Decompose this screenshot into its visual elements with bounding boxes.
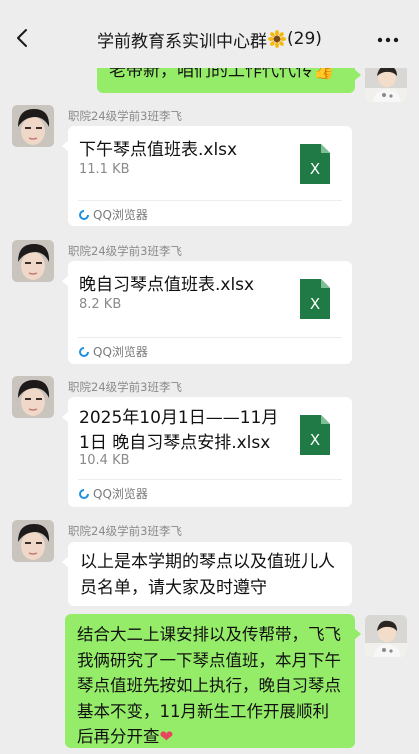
excel-file-icon: X	[300, 279, 330, 319]
file-size: 11.1 KB	[79, 162, 130, 177]
chat-area: 老带新，咱们的工作代代传👍 职院24级学前3班李飞 下午琴点值班表.xlsx 1…	[0, 0, 419, 754]
file-name: 2025年10月1日——11月1日 晚自习琴点安排.xlsx	[79, 408, 279, 453]
excel-file-icon: X	[300, 144, 330, 184]
source-label: QQ浏览器	[93, 345, 148, 359]
qq-browser-icon	[79, 488, 89, 499]
more-dots-icon[interactable]	[377, 37, 399, 43]
svg-text:X: X	[310, 431, 320, 449]
message-bubble-self[interactable]: 结合大二上课安排以及传帮带，飞飞我俩研究了一下琴点值班，本月下午琴点值班先按如上…	[65, 614, 361, 748]
group-name: 学前教育系实训中心群	[97, 31, 268, 52]
heart-emoji: ❤	[159, 727, 174, 747]
qq-browser-icon	[79, 346, 89, 357]
sunflower-emoji	[268, 30, 287, 48]
excel-file-icon: X	[300, 415, 330, 455]
svg-text:X: X	[310, 295, 320, 313]
avatar-sender[interactable]	[12, 105, 54, 147]
chevron-left-icon[interactable]	[14, 26, 32, 50]
file-message-card[interactable]: 下午琴点值班表.xlsx 11.1 KB X QQ浏览器	[62, 126, 352, 226]
svg-text:X: X	[310, 160, 320, 178]
qq-browser-icon	[79, 209, 89, 220]
page-title: 学前教育系实训中心群 (29)	[97, 27, 322, 52]
file-name: 晚自习琴点值班表.xlsx	[79, 275, 255, 295]
file-source: QQ浏览器	[79, 206, 148, 223]
file-name: 下午琴点值班表.xlsx	[79, 140, 238, 160]
file-source: QQ浏览器	[79, 343, 148, 360]
file-size: 10.4 KB	[79, 453, 130, 468]
avatar-sender[interactable]	[12, 520, 54, 562]
file-source: QQ浏览器	[79, 485, 148, 502]
file-message-card[interactable]: 2025年10月1日——11月1日 晚自习琴点安排.xlsx 10.4 KB X…	[62, 397, 352, 507]
avatar-sender[interactable]	[12, 240, 54, 282]
chat-header: 学前教育系实训中心群 (29)	[0, 0, 419, 68]
avatar-sender[interactable]	[12, 376, 54, 418]
source-label: QQ浏览器	[93, 487, 148, 501]
sender-name: 职院24级学前3班李飞	[68, 244, 182, 258]
file-size: 8.2 KB	[79, 297, 122, 312]
avatar-self[interactable]	[365, 615, 407, 657]
message-bubble-text[interactable]: 以上是本学期的琴点以及值班儿人员名单，请大家及时遵守	[62, 542, 352, 606]
sender-name: 职院24级学前3班李飞	[68, 524, 182, 538]
sender-name: 职院24级学前3班李飞	[68, 109, 182, 123]
sender-name: 职院24级学前3班李飞	[68, 380, 182, 394]
file-message-card[interactable]: 晚自习琴点值班表.xlsx 8.2 KB X QQ浏览器	[62, 261, 352, 364]
source-label: QQ浏览器	[93, 208, 148, 222]
message-text: 以上是本学期的琴点以及值班儿人员名单，请大家及时遵守	[80, 552, 335, 598]
message-text: 结合大二上课安排以及传帮带，飞飞我俩研究了一下琴点值班，本月下午琴点值班先按如上…	[77, 625, 341, 747]
member-count: (29)	[287, 29, 322, 49]
